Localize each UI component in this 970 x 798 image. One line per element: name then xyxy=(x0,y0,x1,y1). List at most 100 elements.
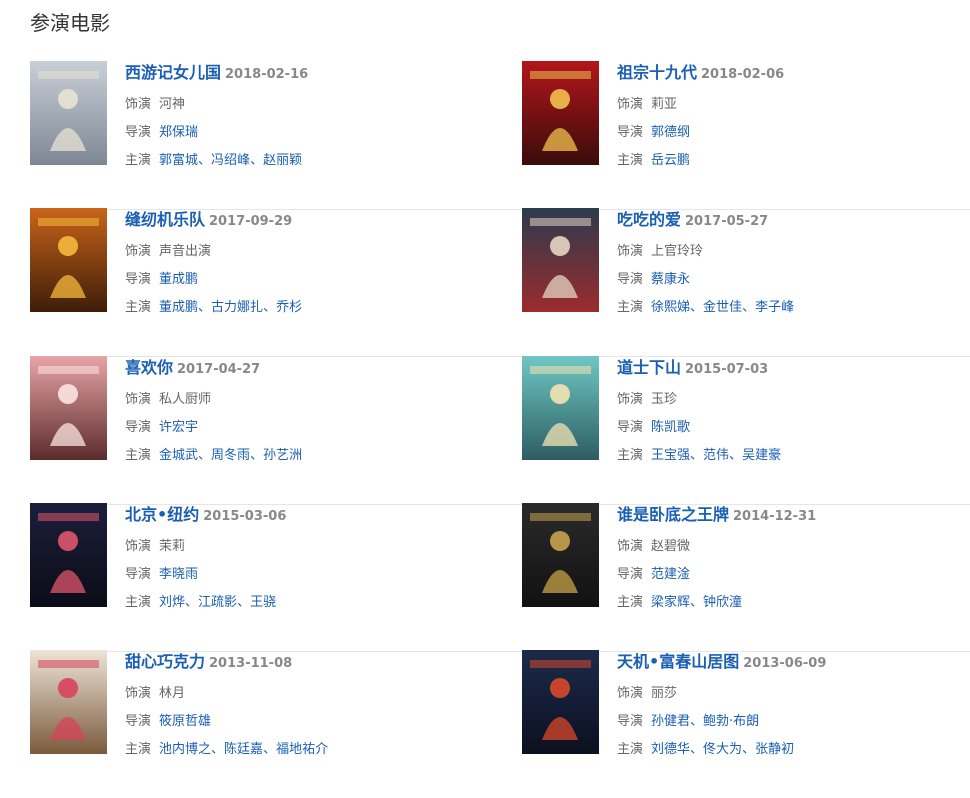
film-info: 吃吃的爱 2017-05-27 饰演 上官玲玲 导演 蔡康永 主演 徐熙娣、金世佳、李子峰 xyxy=(617,208,957,316)
film-title-link[interactable]: 道士下山 xyxy=(617,358,681,377)
actor-link[interactable]: 张静初 xyxy=(755,742,794,757)
director-link[interactable]: 李晓雨 xyxy=(159,567,198,582)
actor-link[interactable]: 乔杉 xyxy=(276,300,302,315)
director-link[interactable]: 蔡康永 xyxy=(651,272,690,287)
actor-link[interactable]: 董成鹏 xyxy=(159,300,198,315)
starring-line: 主演 池内博之、陈廷嘉、福地祐介 xyxy=(125,742,465,758)
actor-link[interactable]: 孙艺洲 xyxy=(263,448,302,463)
role-value: 河神 xyxy=(159,97,186,112)
film-info: 谁是卧底之王牌 2014-12-31 饰演 赵碧微 导演 范建淦 主演 梁家辉、钟欣潼 xyxy=(617,503,957,611)
actor-link[interactable]: 刘烨 xyxy=(159,595,185,610)
actor-link[interactable]: 郭富城 xyxy=(159,153,198,168)
starring-label: 主演 xyxy=(125,742,152,757)
film-card: 道士下山 2015-07-03 饰演 玉珍 导演 陈凯歌 主演 王宝强、范伟、吴建豪 xyxy=(522,356,942,476)
actor-link[interactable]: 陈廷嘉 xyxy=(224,742,263,757)
film-title-link[interactable]: 缝纫机乐队 xyxy=(125,210,205,229)
starring-label: 主演 xyxy=(125,595,152,610)
film-poster[interactable] xyxy=(522,61,599,165)
starring-line: 主演 王宝强、范伟、吴建豪 xyxy=(617,448,957,464)
name-separator: 、 xyxy=(198,153,212,168)
actor-link[interactable]: 钟欣潼 xyxy=(703,595,742,610)
role-line: 饰演 林月 xyxy=(125,686,465,702)
role-label: 饰演 xyxy=(125,244,152,259)
film-poster[interactable] xyxy=(30,356,107,460)
film-poster[interactable] xyxy=(522,208,599,312)
role-line: 饰演 莉亚 xyxy=(617,97,957,113)
role-label: 饰演 xyxy=(125,392,152,407)
starring-label: 主演 xyxy=(125,448,152,463)
actor-link[interactable]: 吴建豪 xyxy=(742,448,781,463)
director-link[interactable]: 董成鹏 xyxy=(159,272,198,287)
film-release-date: 2018-02-06 xyxy=(701,67,785,82)
film-title-link[interactable]: 北京•纽约 xyxy=(125,505,199,524)
name-separator: 、 xyxy=(690,300,704,315)
actor-link[interactable]: 王宝强 xyxy=(651,448,690,463)
starring-label: 主演 xyxy=(617,742,644,757)
film-poster[interactable] xyxy=(30,650,107,754)
film-info: 喜欢你 2017-04-27 饰演 私人厨师 导演 许宏宇 主演 金城武、周冬雨、孙艺洲 xyxy=(125,356,465,464)
starring-label: 主演 xyxy=(617,153,644,168)
role-line: 饰演 茉莉 xyxy=(125,539,465,555)
film-poster[interactable] xyxy=(30,208,107,312)
director-link[interactable]: 孙健君 xyxy=(651,714,690,729)
role-line: 饰演 声音出演 xyxy=(125,244,465,260)
director-link[interactable]: 郑保瑞 xyxy=(159,125,198,140)
name-separator: 、 xyxy=(742,742,756,757)
actor-link[interactable]: 福地祐介 xyxy=(276,742,328,757)
actor-link[interactable]: 池内博之 xyxy=(159,742,211,757)
director-link[interactable]: 陈凯歌 xyxy=(651,420,690,435)
starring-label: 主演 xyxy=(617,448,644,463)
actor-link[interactable]: 江疏影 xyxy=(198,595,237,610)
film-title-link[interactable]: 西游记女儿国 xyxy=(125,63,221,82)
film-release-date: 2017-05-27 xyxy=(685,214,769,229)
director-link[interactable]: 筱原哲雄 xyxy=(159,714,211,729)
role-value: 茉莉 xyxy=(159,539,186,554)
actor-link[interactable]: 佟大为 xyxy=(703,742,742,757)
film-title-link[interactable]: 祖宗十九代 xyxy=(617,63,697,82)
film-title-link[interactable]: 甜心巧克力 xyxy=(125,652,205,671)
actor-link[interactable]: 赵丽颖 xyxy=(263,153,302,168)
film-title-link[interactable]: 喜欢你 xyxy=(125,358,173,377)
director-link[interactable]: 郭德纲 xyxy=(651,125,690,140)
director-link[interactable]: 范建淦 xyxy=(651,567,690,582)
role-line: 饰演 河神 xyxy=(125,97,465,113)
director-line: 导演 范建淦 xyxy=(617,567,957,583)
actor-link[interactable]: 范伟 xyxy=(703,448,729,463)
film-card: 甜心巧克力 2013-11-08 饰演 林月 导演 筱原哲雄 主演 池内博之、陈廷嘉、福地祐介 xyxy=(30,650,450,770)
actor-link[interactable]: 周冬雨 xyxy=(211,448,250,463)
director-link[interactable]: 鲍勃·布朗 xyxy=(703,714,759,729)
actor-link[interactable]: 徐熙娣 xyxy=(651,300,690,315)
film-poster[interactable] xyxy=(522,356,599,460)
director-link[interactable]: 许宏宇 xyxy=(159,420,198,435)
actor-link[interactable]: 金世佳 xyxy=(703,300,742,315)
film-title-link[interactable]: 吃吃的爱 xyxy=(617,210,681,229)
film-title-link[interactable]: 天机•富春山居图 xyxy=(617,652,739,671)
actor-link[interactable]: 古力娜扎 xyxy=(211,300,263,315)
name-separator: 、 xyxy=(198,448,212,463)
starring-line: 主演 梁家辉、钟欣潼 xyxy=(617,595,957,611)
actor-link[interactable]: 冯绍峰 xyxy=(211,153,250,168)
film-poster[interactable] xyxy=(30,61,107,165)
actor-link[interactable]: 梁家辉 xyxy=(651,595,690,610)
film-poster[interactable] xyxy=(30,503,107,607)
actor-link[interactable]: 金城武 xyxy=(159,448,198,463)
director-line: 导演 郑保瑞 xyxy=(125,125,465,141)
film-info: 天机•富春山居图 2013-06-09 饰演 丽莎 导演 孙健君、鲍勃·布朗 主演 刘德华、佟… xyxy=(617,650,957,758)
film-info: 北京•纽约 2015-03-06 饰演 茉莉 导演 李晓雨 主演 刘烨、江疏影、王骁 xyxy=(125,503,465,611)
role-value: 声音出演 xyxy=(159,244,212,259)
actor-link[interactable]: 刘德华 xyxy=(651,742,690,757)
film-poster[interactable] xyxy=(522,650,599,754)
role-line: 饰演 丽莎 xyxy=(617,686,957,702)
film-title-line: 祖宗十九代 2018-02-06 xyxy=(617,61,957,85)
actor-link[interactable]: 王骁 xyxy=(250,595,276,610)
starring-label: 主演 xyxy=(617,300,644,315)
role-line: 饰演 上官玲玲 xyxy=(617,244,957,260)
film-title-line: 道士下山 2015-07-03 xyxy=(617,356,957,380)
actor-link[interactable]: 岳云鹏 xyxy=(651,153,690,168)
film-title-link[interactable]: 谁是卧底之王牌 xyxy=(617,505,729,524)
film-poster[interactable] xyxy=(522,503,599,607)
film-title-line: 喜欢你 2017-04-27 xyxy=(125,356,465,380)
name-separator: 、 xyxy=(250,153,264,168)
actor-link[interactable]: 李子峰 xyxy=(755,300,794,315)
film-title-line: 北京•纽约 2015-03-06 xyxy=(125,503,465,527)
